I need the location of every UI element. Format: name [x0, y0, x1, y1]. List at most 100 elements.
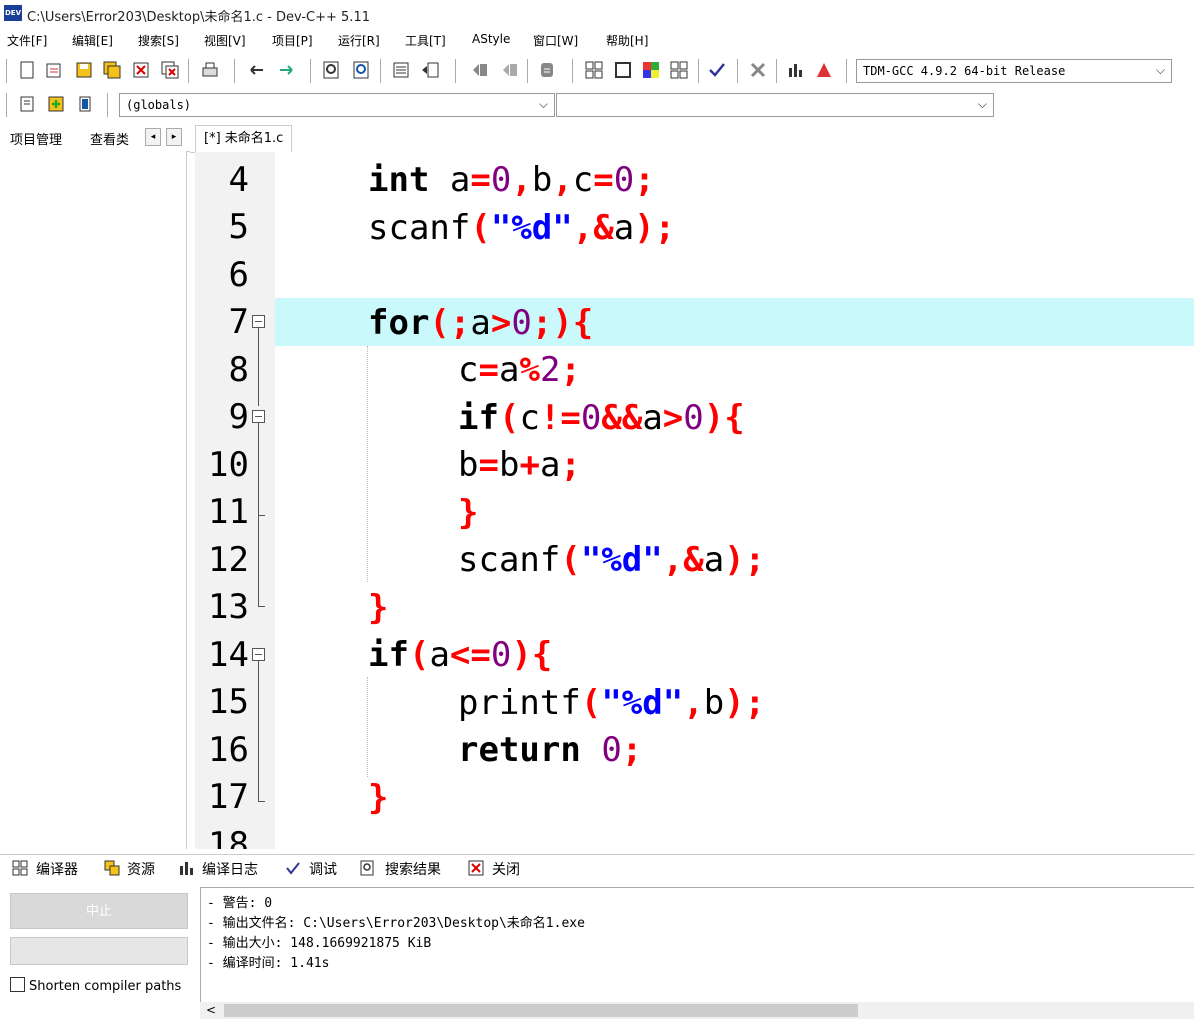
toggle-panel-icon[interactable]: [75, 94, 95, 114]
chevron-down-icon: ⌵: [538, 97, 548, 111]
code-line: scanf("%d",&a);: [458, 540, 765, 580]
tab-untitled-file[interactable]: [*] 未命名1.c: [195, 125, 293, 153]
menu-window[interactable]: 窗口[W]: [533, 32, 578, 49]
bookmark-next-icon[interactable]: [500, 60, 520, 80]
menu-help[interactable]: 帮助[H]: [606, 32, 648, 49]
fold-collapse-icon[interactable]: [252, 410, 265, 423]
bookmark-prev-icon[interactable]: [470, 60, 490, 80]
line-number: 9: [228, 397, 249, 437]
grid-icon[interactable]: [669, 60, 689, 80]
line-number: 13: [208, 587, 249, 627]
code-token: ,&: [662, 540, 704, 580]
save-all-icon[interactable]: [102, 60, 122, 80]
code-token: "%d": [490, 207, 573, 248]
menu-astyle[interactable]: AStyle: [472, 32, 510, 46]
profile-icon[interactable]: [814, 60, 834, 80]
bookmark-icon[interactable]: [537, 60, 557, 80]
project-tree[interactable]: [0, 151, 187, 849]
compile-log-panel: 中止 Shorten compiler paths - 警告: 0 - 输出文件…: [0, 883, 1194, 1019]
code-token: );: [634, 207, 676, 248]
tab-debug[interactable]: 调试: [309, 859, 337, 879]
insert-icon[interactable]: [17, 94, 37, 114]
replace-icon[interactable]: [352, 60, 372, 80]
stop-button[interactable]: 中止: [10, 893, 188, 929]
line-number: 5: [228, 207, 249, 247]
code-token: }: [368, 777, 389, 818]
fold-collapse-icon[interactable]: [252, 315, 265, 328]
member-select[interactable]: ⌵: [556, 93, 994, 117]
code-token: =: [478, 350, 499, 390]
menu-search[interactable]: 搜索[S]: [138, 32, 179, 49]
tab-compiler[interactable]: 编译器: [36, 859, 78, 879]
code-token: (: [560, 540, 581, 580]
stop-execution-icon[interactable]: [748, 60, 768, 80]
menu-run[interactable]: 运行[R]: [338, 32, 380, 49]
compiler-select[interactable]: TDM-GCC 4.9.2 64-bit Release ⌵: [856, 59, 1172, 83]
line-number: 6: [228, 255, 249, 295]
line-number: 18: [208, 825, 249, 849]
undo-icon[interactable]: [247, 60, 267, 80]
code-token: 0: [613, 160, 635, 200]
menu-edit[interactable]: 编辑[E]: [72, 32, 113, 49]
menu-file[interactable]: 文件[F]: [7, 32, 47, 49]
open-file-icon[interactable]: [44, 60, 64, 80]
menu-tools[interactable]: 工具[T]: [405, 32, 446, 49]
line-number: 8: [228, 350, 249, 390]
close-file-icon[interactable]: [131, 60, 151, 80]
code-token: scanf: [458, 540, 561, 580]
code-line: if(c!=0&&a>0){: [458, 398, 745, 438]
chart-icon[interactable]: [786, 60, 806, 80]
code-token: %: [519, 350, 540, 390]
color-grid-icon[interactable]: [641, 60, 661, 80]
code-token: if: [368, 635, 409, 675]
code-token: (: [470, 207, 491, 248]
tab-resources[interactable]: 资源: [127, 859, 155, 879]
horizontal-scrollbar[interactable]: <: [200, 1002, 1194, 1019]
scope-select[interactable]: (globals) ⌵: [119, 93, 555, 117]
new-project-icon[interactable]: [584, 60, 604, 80]
code-token: 0: [601, 730, 622, 770]
indent-icon[interactable]: [391, 60, 411, 80]
code-token: (;: [429, 302, 471, 343]
window-icon[interactable]: [613, 60, 633, 80]
new-file-icon[interactable]: [17, 60, 37, 80]
find-icon[interactable]: [322, 60, 342, 80]
unindent-icon[interactable]: [420, 60, 440, 80]
menu-view[interactable]: 视图[V]: [204, 32, 246, 49]
code-token: "%d": [580, 540, 663, 580]
code-token: b: [531, 160, 553, 200]
fold-collapse-icon[interactable]: [252, 648, 265, 661]
code-token: a: [429, 160, 471, 200]
scroll-left-icon[interactable]: <: [206, 1003, 216, 1017]
code-token: b: [703, 682, 725, 723]
tab-class-browser[interactable]: 查看类: [90, 129, 129, 148]
shorten-paths-checkbox[interactable]: Shorten compiler paths: [10, 977, 181, 994]
close-all-icon[interactable]: [160, 60, 180, 80]
redo-icon[interactable]: [276, 60, 296, 80]
toolbar-separator: [776, 59, 777, 83]
print-icon[interactable]: [200, 60, 220, 80]
compile-log-output[interactable]: - 警告: 0 - 输出文件名: C:\Users\Error203\Deskt…: [200, 887, 1194, 1003]
tab-search-results[interactable]: 搜索结果: [385, 859, 441, 879]
checkbox-icon[interactable]: [10, 977, 25, 992]
code-token: =: [593, 160, 614, 200]
code-line: c=a%2;: [458, 350, 581, 390]
scrollbar-thumb[interactable]: [224, 1004, 858, 1017]
add-icon[interactable]: [46, 94, 66, 114]
code-token: <=: [449, 635, 491, 675]
tab-scroll-left-icon[interactable]: ◂: [145, 128, 161, 146]
code-editor[interactable]: 4 5 6 7 8 9 10 11 12 13 14 15 16 17 18 i…: [195, 152, 1194, 849]
fold-guide: [258, 661, 259, 801]
tab-close[interactable]: 关闭: [492, 859, 520, 879]
save-icon[interactable]: [74, 60, 94, 80]
tab-project-manager[interactable]: 项目管理: [10, 129, 62, 148]
code-token: ,: [511, 160, 532, 200]
code-token: );: [724, 682, 766, 723]
code-token: if: [458, 397, 499, 438]
tab-compile-log[interactable]: 编译日志: [202, 859, 258, 879]
check-syntax-icon[interactable]: [707, 60, 727, 80]
menu-project[interactable]: 项目[P]: [272, 32, 313, 49]
code-token: a: [642, 397, 663, 438]
code-line: }: [368, 778, 388, 818]
tab-scroll-right-icon[interactable]: ▸: [166, 128, 182, 146]
